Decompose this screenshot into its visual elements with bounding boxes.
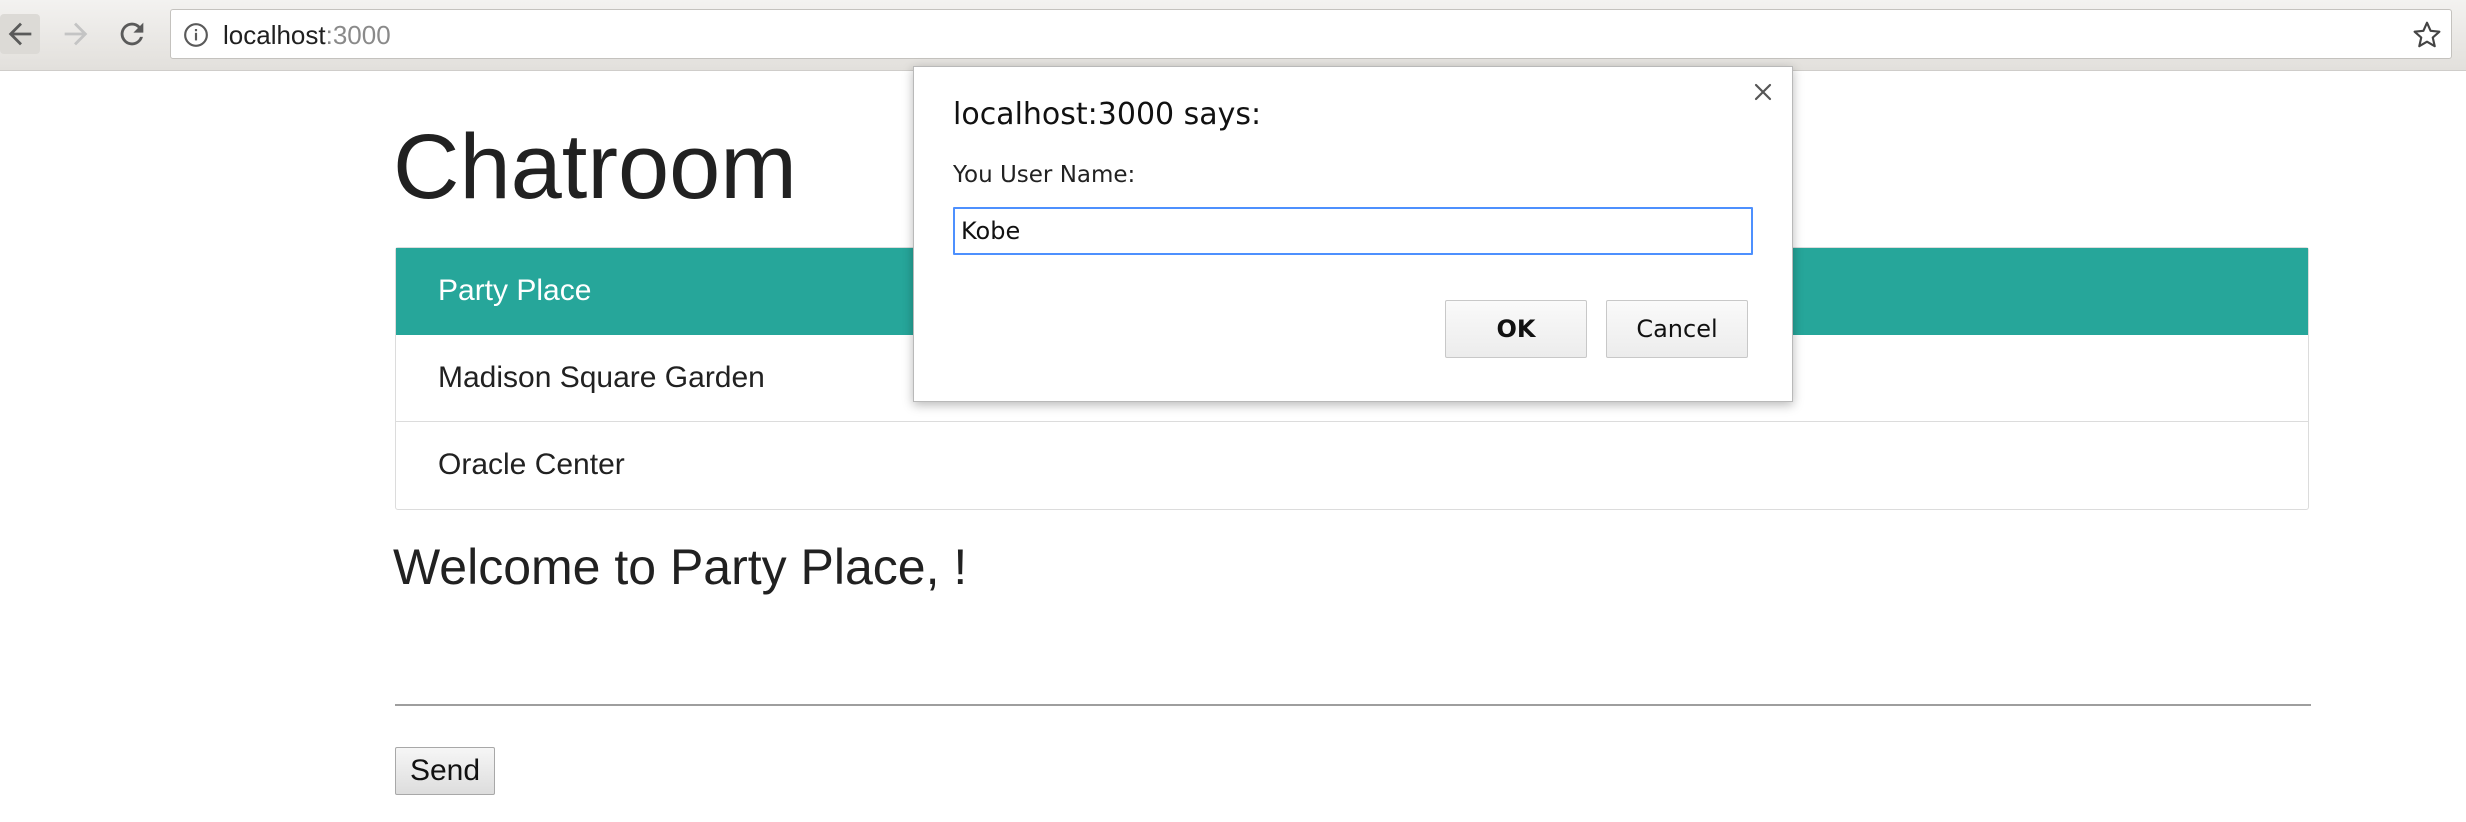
- ok-button[interactable]: OK: [1445, 300, 1587, 358]
- info-icon[interactable]: [183, 22, 209, 48]
- forward-arrow-icon: [64, 22, 88, 46]
- prompt-dialog: localhost:3000 says: You User Name: OK C…: [913, 66, 1793, 402]
- close-icon: [1754, 83, 1772, 101]
- reload-button[interactable]: [112, 14, 152, 54]
- dialog-message: You User Name:: [953, 162, 1136, 188]
- star-icon[interactable]: [2411, 19, 2443, 51]
- url-host: localhost: [223, 20, 326, 50]
- address-bar[interactable]: localhost:3000: [170, 9, 2452, 59]
- dialog-close-button[interactable]: [1748, 77, 1778, 107]
- send-button[interactable]: Send: [395, 747, 495, 795]
- room-item-oracle-center[interactable]: Oracle Center: [396, 422, 2308, 509]
- url-port: :3000: [325, 20, 391, 50]
- back-button[interactable]: [0, 14, 40, 54]
- url-text: localhost:3000: [223, 21, 391, 49]
- username-input[interactable]: [953, 207, 1753, 255]
- page-title: Chatroom: [393, 116, 797, 218]
- cancel-button[interactable]: Cancel: [1606, 300, 1748, 358]
- browser-toolbar: localhost:3000: [0, 0, 2466, 71]
- back-arrow-icon: [8, 22, 32, 46]
- dialog-title: localhost:3000 says:: [953, 97, 1262, 132]
- message-input[interactable]: [395, 640, 2311, 706]
- reload-icon: [120, 22, 144, 46]
- welcome-heading: Welcome to Party Place, !: [393, 539, 968, 595]
- forward-button[interactable]: [56, 14, 96, 54]
